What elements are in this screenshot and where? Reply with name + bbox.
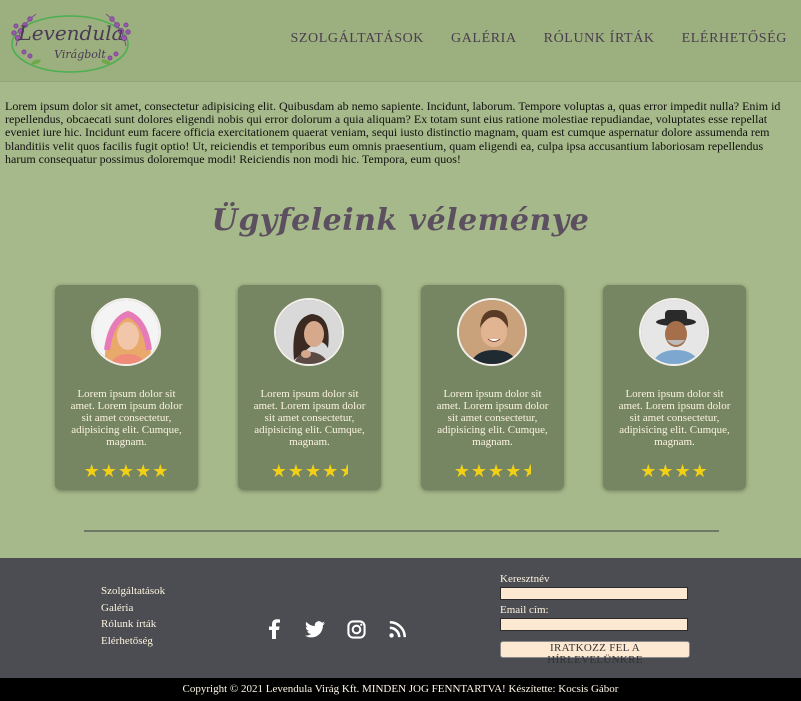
copyright-bar: Copyright © 2021 Levendula Virág Kft. MI… bbox=[0, 678, 801, 701]
avatar bbox=[91, 298, 161, 366]
facebook-icon[interactable] bbox=[263, 618, 285, 640]
email-field[interactable] bbox=[500, 618, 688, 631]
testimonial-card: Lorem ipsum dolor sit amet. Lorem ipsum … bbox=[421, 285, 564, 490]
footer-link-elerhetoseg[interactable]: Elérhetőség bbox=[101, 633, 165, 650]
nav-item-galeria[interactable]: GALÉRIA bbox=[451, 31, 517, 47]
social-links bbox=[263, 618, 408, 640]
logo-title: Levendula bbox=[17, 21, 123, 45]
footer-links: Szolgáltatások Galéria Rólunk írták Elér… bbox=[101, 583, 165, 649]
avatar bbox=[274, 298, 344, 366]
avatar bbox=[639, 298, 709, 366]
testimonial-text: Lorem ipsum dolor sit amet. Lorem ipsum … bbox=[253, 388, 366, 448]
section-divider bbox=[84, 530, 719, 532]
newsletter-form: Keresztnév Email cím: IRATKOZZ FEL A HÍR… bbox=[500, 573, 690, 666]
nav-item-elerhetoseg[interactable]: ELÉRHETŐSÉG bbox=[682, 31, 787, 47]
avatar bbox=[457, 298, 527, 366]
star-rating: ★★★★ bbox=[640, 461, 709, 481]
rss-icon[interactable] bbox=[386, 618, 408, 640]
logo-subtitle: Virágbolt bbox=[54, 48, 106, 61]
testimonial-text: Lorem ipsum dolor sit amet. Lorem ipsum … bbox=[70, 388, 183, 448]
email-label: Email cím: bbox=[500, 604, 549, 616]
instagram-icon[interactable] bbox=[345, 618, 367, 640]
first-name-label: Keresztnév bbox=[500, 573, 550, 585]
site-footer: Szolgáltatások Galéria Rólunk írták Elér… bbox=[0, 558, 801, 678]
nav-item-rolunk-irtak[interactable]: RÓLUNK ÍRTÁK bbox=[544, 31, 655, 47]
nav-item-szolgaltatasok[interactable]: SZOLGÁLTATÁSOK bbox=[290, 31, 424, 47]
star-rating: ★★★★★ bbox=[453, 461, 532, 481]
testimonials-title: Ügyfeleink véleménye bbox=[211, 203, 590, 238]
footer-link-galeria[interactable]: Galéria bbox=[101, 600, 165, 617]
testimonial-card: Lorem ipsum dolor sit amet. Lorem ipsum … bbox=[238, 285, 381, 490]
testimonial-card: Lorem ipsum dolor sit amet. Lorem ipsum … bbox=[603, 285, 746, 490]
first-name-field[interactable] bbox=[500, 587, 688, 600]
intro-paragraph: Lorem ipsum dolor sit amet, consectetur … bbox=[5, 99, 781, 166]
footer-link-rolunk-irtak[interactable]: Rólunk írták bbox=[101, 616, 165, 633]
brand-logo[interactable]: Levendula Virágbolt bbox=[6, 4, 136, 76]
subscribe-button[interactable]: IRATKOZZ FEL A HÍRLEVELÜNKRE bbox=[500, 641, 690, 666]
testimonial-text: Lorem ipsum dolor sit amet. Lorem ipsum … bbox=[618, 388, 731, 448]
footer-link-szolgaltatasok[interactable]: Szolgáltatások bbox=[101, 583, 165, 600]
twitter-icon[interactable] bbox=[304, 618, 326, 640]
star-rating: ★★★★★ bbox=[270, 461, 349, 481]
star-rating: ★★★★★ bbox=[83, 461, 170, 481]
main-nav: SZOLGÁLTATÁSOK GALÉRIA RÓLUNK ÍRTÁK ELÉR… bbox=[290, 31, 787, 47]
testimonial-text: Lorem ipsum dolor sit amet. Lorem ipsum … bbox=[436, 388, 549, 448]
site-header: Levendula Virágbolt SZOLGÁLTATÁSOK GALÉR… bbox=[0, 0, 801, 82]
testimonial-card: Lorem ipsum dolor sit amet. Lorem ipsum … bbox=[55, 285, 198, 490]
